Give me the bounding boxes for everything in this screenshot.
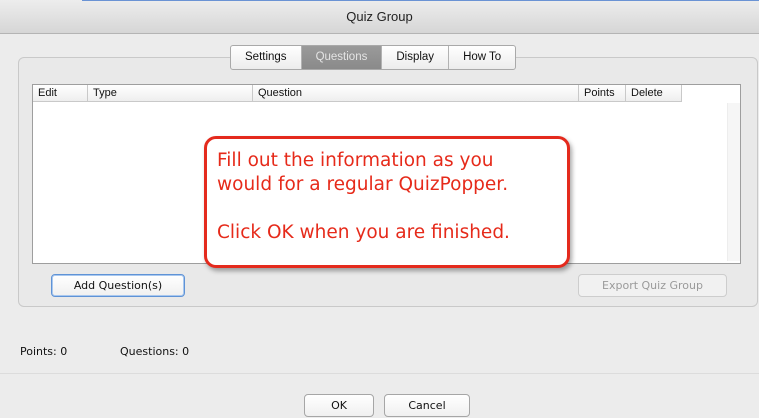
callout-line-3: Click OK when you are finished. bbox=[217, 222, 510, 243]
ok-button[interactable]: OK bbox=[304, 394, 374, 417]
callout-line-2: would for a regular QuizPopper. bbox=[217, 174, 509, 195]
callout-line-1: Fill out the information as you bbox=[217, 150, 494, 171]
table-header: Edit Type Question Points Delete bbox=[33, 85, 682, 102]
column-header-type[interactable]: Type bbox=[88, 85, 253, 102]
points-summary: Points: 0 bbox=[20, 345, 67, 358]
tab-questions[interactable]: Questions bbox=[301, 46, 383, 69]
questions-summary: Questions: 0 bbox=[120, 345, 189, 358]
column-header-edit[interactable]: Edit bbox=[33, 85, 88, 102]
column-header-points[interactable]: Points bbox=[579, 85, 626, 102]
column-header-delete[interactable]: Delete bbox=[626, 85, 682, 102]
tab-how-to[interactable]: How To bbox=[449, 46, 515, 69]
instruction-callout: Fill out the information as you would fo… bbox=[204, 136, 570, 268]
quiz-group-dialog: Quiz Group Settings Questions Display Ho… bbox=[0, 0, 759, 418]
points-label: Points: bbox=[20, 345, 57, 358]
title-accent-line bbox=[82, 0, 759, 1]
column-header-question[interactable]: Question bbox=[253, 85, 579, 102]
export-quiz-group-button[interactable]: Export Quiz Group bbox=[578, 274, 727, 297]
points-value: 0 bbox=[60, 345, 68, 358]
tab-bar: Settings Questions Display How To bbox=[230, 45, 517, 70]
tab-settings[interactable]: Settings bbox=[231, 46, 302, 69]
window-title: Quiz Group bbox=[346, 9, 413, 24]
footer-separator bbox=[0, 373, 759, 374]
table-scrollbar[interactable] bbox=[727, 103, 740, 261]
title-bar: Quiz Group bbox=[0, 0, 759, 34]
cancel-button[interactable]: Cancel bbox=[384, 394, 470, 417]
questions-label: Questions: bbox=[120, 345, 179, 358]
questions-value: 0 bbox=[182, 345, 190, 358]
tab-display[interactable]: Display bbox=[382, 46, 450, 69]
add-question-button[interactable]: Add Question(s) bbox=[51, 274, 185, 297]
